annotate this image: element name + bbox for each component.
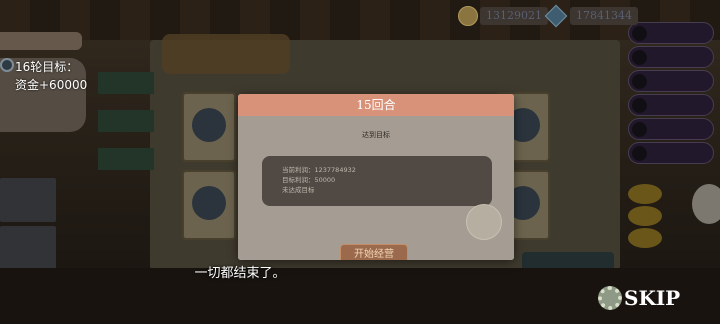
gear-icon (598, 286, 622, 310)
skip-label: SKIP (624, 286, 681, 310)
dialog-subtitle: 达到目标 (362, 131, 390, 139)
round-tag (0, 32, 82, 50)
gold-counter: 13129021 (458, 6, 548, 26)
start-business-button[interactable]: 开始经营 (340, 244, 408, 260)
target-profit: 目标利润：50000 (282, 176, 336, 184)
teacup-emblem-icon (466, 204, 502, 240)
gem-amount: 17841344 (570, 7, 638, 25)
goal-value: 资金+60000 (15, 78, 88, 92)
gold-amount: 13129021 (480, 7, 548, 25)
next-round-goal: 16轮目标： 资金+60000 (15, 58, 87, 94)
current-profit: 当前利润：1237784932 (282, 166, 356, 174)
goal-label: 16轮目标： (15, 60, 79, 74)
round-result-dialog: 15回合 达到目标 当前利润：1237784932 目标利润：50000 未达成… (238, 94, 514, 260)
dialogue-subtitle: 一切都结束了。 (194, 266, 286, 281)
goal-status: 未达成目标 (282, 186, 315, 194)
skip-button[interactable]: SKIP (598, 286, 680, 310)
gold-coin-icon (458, 6, 478, 26)
dialog-title: 15回合 (238, 94, 514, 116)
goal-marker-icon (0, 58, 14, 72)
profit-summary: 当前利润：1237784932 目标利润：50000 未达成目标 (262, 156, 492, 206)
gem-counter: 17841344 (544, 4, 638, 28)
gem-icon (544, 4, 568, 28)
dialog-body: 达到目标 当前利润：1237784932 目标利润：50000 未达成目标 开始… (238, 116, 514, 260)
